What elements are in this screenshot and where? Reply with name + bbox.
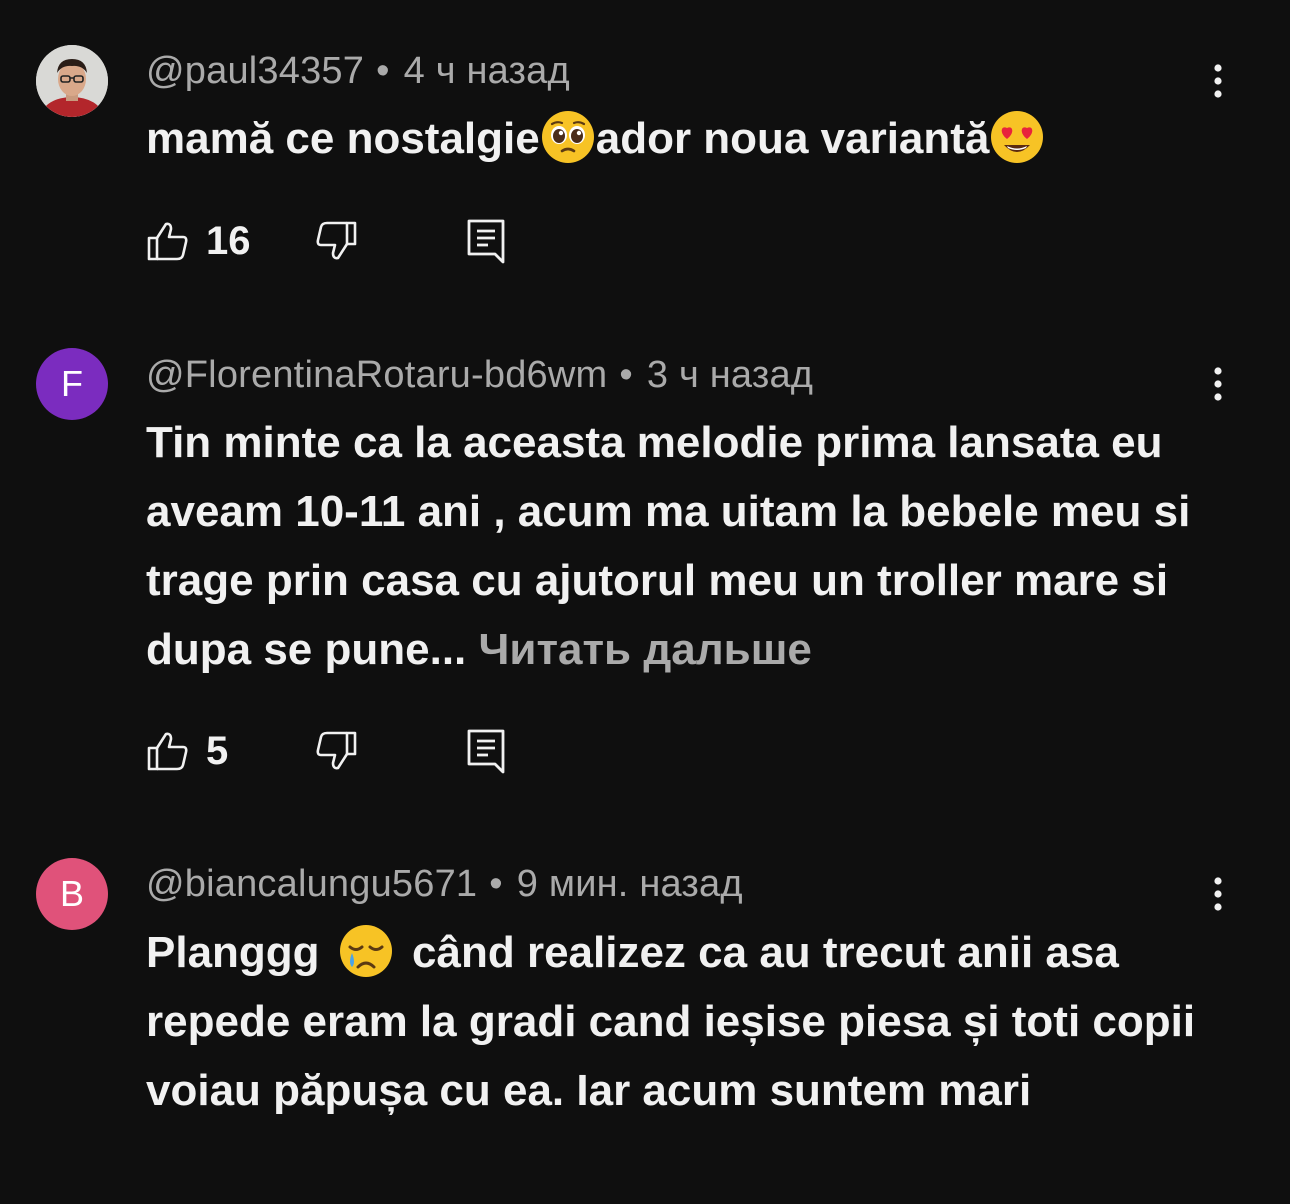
comment-time: 4 ч назад [403, 50, 570, 92]
comment-header: @FlorentinaRotaru-bd6wm • 3 ч назад [146, 354, 813, 397]
reply-button[interactable] [466, 726, 506, 776]
header-separator: • [619, 354, 633, 396]
heart-eyes-face-icon [991, 111, 1044, 164]
thumbs-down-icon [316, 221, 357, 260]
author-name[interactable]: @FlorentinaRotaru-bd6wm [146, 354, 607, 396]
comment-text: Tin minte ca la aceasta melodie prima la… [146, 408, 1196, 684]
more-options-button[interactable] [1196, 872, 1240, 916]
read-more-link[interactable]: Читать дальше [479, 625, 812, 674]
crying-face-icon [339, 925, 392, 978]
thumbs-down-icon [316, 731, 357, 770]
comment-text-part: Planggg [146, 928, 320, 977]
reply-button[interactable] [466, 216, 506, 266]
avatar[interactable] [36, 45, 108, 117]
like-button[interactable]: 16 [146, 216, 251, 266]
comment-text-part: ador noua variantă [595, 114, 990, 163]
vertical-dots-icon [1214, 877, 1222, 911]
comment-time: 3 ч назад [646, 354, 814, 396]
like-count: 16 [206, 218, 251, 263]
like-button[interactable]: 5 [146, 726, 228, 776]
reply-comment-icon [467, 219, 505, 264]
more-options-button[interactable] [1196, 362, 1240, 406]
comment-text: mamă ce nostalgie ador noua variantă [146, 104, 1246, 173]
comment-text: Planggg când realizez ca au trecut anii … [146, 918, 1196, 1125]
comment-time: 9 мин. назад [516, 863, 743, 905]
comment-text-part: mamă ce nostalgie [146, 114, 540, 163]
avatar[interactable]: F [36, 348, 108, 420]
header-separator: • [376, 50, 390, 92]
vertical-dots-icon [1214, 64, 1222, 98]
user-photo-icon [36, 45, 108, 117]
pleading-face-icon [541, 111, 594, 164]
dislike-button[interactable] [314, 216, 358, 266]
more-options-button[interactable] [1196, 59, 1240, 103]
vertical-dots-icon [1214, 367, 1222, 401]
thumbs-up-icon [147, 222, 188, 261]
like-count: 5 [206, 728, 229, 773]
avatar-letter: B [59, 873, 84, 914]
author-name[interactable]: @paul34357 [146, 50, 364, 92]
avatar-letter: F [61, 363, 83, 404]
comment-header: @biancalungu5671 • 9 мин. назад [146, 863, 743, 906]
author-name[interactable]: @biancalungu5671 [146, 863, 477, 905]
reply-comment-icon [467, 729, 505, 774]
dislike-button[interactable] [314, 726, 358, 776]
header-separator: • [489, 863, 503, 905]
avatar[interactable]: B [36, 858, 108, 930]
comment-header: @paul34357 • 4 ч назад [146, 50, 570, 93]
thumbs-up-icon [147, 732, 188, 771]
